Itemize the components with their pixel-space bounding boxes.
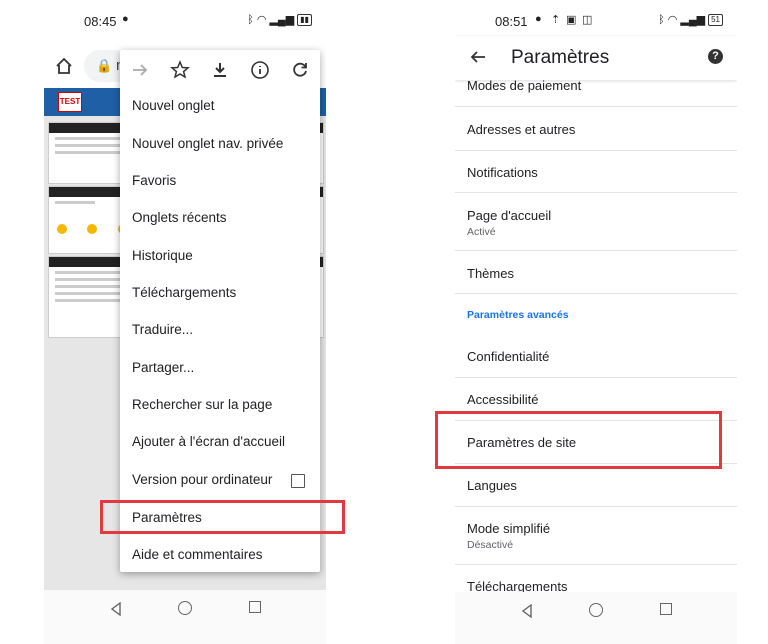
menu-item-desktop-site[interactable]: Version pour ordinateur bbox=[132, 472, 272, 487]
highlight-settings-menu bbox=[100, 500, 345, 534]
menu-item-add-to-home[interactable]: Ajouter à l'écran d'accueil bbox=[132, 434, 285, 449]
nav-home-icon[interactable] bbox=[178, 601, 192, 615]
settings-item-lite-mode[interactable]: Mode simplifié bbox=[467, 521, 550, 536]
facebook-icon: ● bbox=[535, 13, 542, 25]
menu-item-history[interactable]: Historique bbox=[132, 248, 193, 263]
settings-item-addresses[interactable]: Adresses et autres bbox=[467, 122, 575, 137]
settings-item-notifications[interactable]: Notifications bbox=[467, 165, 538, 180]
facebook-icon: ● bbox=[122, 13, 129, 25]
nav-recents-icon[interactable] bbox=[660, 603, 672, 615]
highlight-site-settings bbox=[435, 411, 722, 469]
settings-item-themes[interactable]: Thèmes bbox=[467, 266, 514, 281]
sun-icon bbox=[87, 224, 98, 234]
info-icon[interactable] bbox=[250, 60, 270, 80]
menu-item-translate[interactable]: Traduire... bbox=[132, 322, 193, 337]
bluetooth-icon: ᛒ bbox=[247, 13, 254, 26]
signal-icon: ▂▄▆ bbox=[269, 14, 295, 26]
battery-icon: 51 bbox=[708, 13, 723, 26]
status-bar: 08:51 ● ⇡ ▣ ◫ ᛒ ◠ ▂▄▆ 51 bbox=[455, 0, 737, 40]
settings-item-homepage[interactable]: Page d'accueil bbox=[467, 208, 551, 223]
phone-right: 08:51 ● ⇡ ▣ ◫ ᛒ ◠ ▂▄▆ 51 Paramètres ? Mo… bbox=[455, 0, 737, 644]
menu-item-find-in-page[interactable]: Rechercher sur la page bbox=[132, 397, 272, 412]
nav-recents-icon[interactable] bbox=[249, 601, 261, 613]
back-arrow-icon[interactable] bbox=[469, 48, 487, 66]
menu-item-new-tab[interactable]: Nouvel onglet bbox=[132, 98, 215, 113]
sun-icon bbox=[57, 224, 67, 234]
menu-item-downloads[interactable]: Téléchargements bbox=[132, 285, 236, 300]
menu-item-incognito-tab[interactable]: Nouvel onglet nav. privée bbox=[132, 136, 283, 151]
star-icon[interactable] bbox=[170, 60, 190, 80]
desktop-site-checkbox[interactable] bbox=[291, 474, 305, 488]
settings-item-languages[interactable]: Langues bbox=[467, 478, 517, 493]
home-icon[interactable] bbox=[54, 56, 74, 76]
battery-icon: ▮▮ bbox=[297, 13, 312, 26]
forward-arrow-icon[interactable] bbox=[130, 60, 150, 80]
nav-back-icon[interactable] bbox=[521, 604, 533, 618]
status-time: 08:51 bbox=[495, 14, 528, 29]
menu-item-help-feedback[interactable]: Aide et commentaires bbox=[132, 547, 263, 562]
status-time: 08:45 bbox=[84, 14, 117, 29]
menu-item-share[interactable]: Partager... bbox=[132, 360, 194, 375]
menu-item-recent-tabs[interactable]: Onglets récents bbox=[132, 210, 227, 225]
bluetooth-icon: ᛒ bbox=[658, 13, 665, 26]
android-nav-bar bbox=[455, 592, 737, 644]
shield-status-icon: ◫ bbox=[582, 14, 593, 26]
settings-section-advanced: Paramètres avancés bbox=[467, 309, 569, 321]
lock-icon: 🔒 bbox=[96, 58, 113, 73]
download-icon[interactable] bbox=[210, 60, 230, 80]
status-bar: 08:45 ● ᛒ ◠ ▂▄▆ ▮▮ bbox=[44, 0, 326, 40]
android-nav-bar bbox=[44, 590, 326, 644]
settings-item-homepage-status: Activé bbox=[467, 226, 496, 238]
browser-menu: Nouvel onglet Nouvel onglet nav. privée … bbox=[120, 50, 320, 572]
help-icon[interactable]: ? bbox=[708, 49, 723, 64]
settings-item-lite-mode-status: Désactivé bbox=[467, 539, 514, 551]
settings-item-downloads[interactable]: Téléchargements bbox=[467, 579, 567, 592]
nav-back-icon[interactable] bbox=[110, 602, 122, 616]
settings-app-bar: Paramètres ? bbox=[455, 36, 737, 80]
signal-icon: ▂▄▆ bbox=[680, 14, 706, 26]
menu-item-bookmarks[interactable]: Favoris bbox=[132, 173, 176, 188]
settings-item-privacy[interactable]: Confidentialité bbox=[467, 349, 549, 364]
wifi-icon: ◠ bbox=[256, 14, 267, 26]
upload-icon: ⇡ bbox=[551, 14, 561, 26]
menu-toolbar bbox=[120, 50, 320, 90]
wifi-icon: ◠ bbox=[667, 14, 678, 26]
page-title: Paramètres bbox=[511, 47, 610, 68]
settings-item-payment-methods[interactable]: Modes de paiement bbox=[467, 80, 581, 93]
phone-left: 08:45 ● ᛒ ◠ ▂▄▆ ▮▮ 🔒 n TEST bbox=[44, 0, 326, 644]
settings-list: Modes de paiement Adresses et autres Not… bbox=[455, 80, 737, 592]
status-icons: ᛒ ◠ ▂▄▆ 51 bbox=[658, 13, 723, 26]
settings-item-accessibility[interactable]: Accessibilité bbox=[467, 392, 539, 407]
status-icons: ᛒ ◠ ▂▄▆ ▮▮ bbox=[247, 13, 312, 26]
lock-status-icon: ▣ bbox=[566, 14, 577, 26]
nav-home-icon[interactable] bbox=[589, 603, 603, 617]
web-logo: TEST bbox=[58, 92, 82, 112]
refresh-icon[interactable] bbox=[290, 60, 310, 80]
